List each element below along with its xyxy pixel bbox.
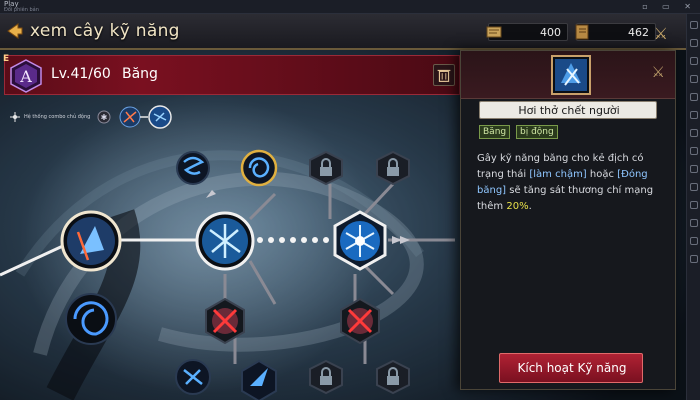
game-screen: Play Đổi phiên bản ▫ ▭ ✕ xem cây kỹ năng… — [0, 0, 700, 400]
skill-node-vortex[interactable] — [65, 293, 117, 345]
skill-node-lock-bottom-2[interactable] — [376, 359, 410, 395]
currency-1-display: 400 — [486, 23, 568, 41]
close-crossed-swords-icon[interactable]: ⚔ — [654, 24, 668, 43]
scroll-icon — [486, 26, 502, 38]
skill-node-lock-bottom-1[interactable] — [309, 359, 343, 395]
emulator-tool-icon[interactable] — [689, 39, 698, 47]
emulator-tool-icon[interactable] — [689, 183, 698, 191]
skill-node-crossed-1[interactable] — [205, 297, 245, 345]
ice-skill-icon — [551, 55, 591, 95]
currency-1-value: 400 — [540, 26, 561, 39]
skill-node-swirl-gold[interactable] — [240, 149, 278, 187]
emulator-tool-icon[interactable] — [689, 111, 698, 119]
skill-detail-header: ⚔ — [461, 51, 675, 99]
emulator-sidebar — [686, 14, 700, 400]
book-icon — [575, 24, 589, 40]
activate-skill-button[interactable]: Kích hoạt Kỹ năng — [499, 353, 643, 383]
activate-skill-label: Kích hoạt Kỹ năng — [517, 361, 627, 375]
skill-tag-element: Băng — [479, 125, 511, 139]
emulator-tool-icon[interactable] — [689, 147, 698, 155]
lock-icon — [387, 167, 399, 176]
window-controls[interactable]: ▫ ▭ ✕ — [642, 2, 697, 11]
currency-2-value: 462 — [628, 26, 649, 39]
emulator-tool-icon[interactable] — [689, 219, 698, 227]
description-part: 20% — [506, 201, 529, 212]
emulator-subtitle: Đổi phiên bản — [4, 7, 39, 13]
emulator-tool-icon[interactable] — [689, 93, 698, 101]
description-part: . — [528, 201, 532, 212]
skill-node-crossed-2[interactable] — [340, 297, 380, 345]
tree-line — [0, 243, 66, 277]
emulator-tool-icon[interactable] — [689, 237, 698, 245]
skill-tag-type: bị động — [516, 125, 558, 139]
skill-name-box: Hơi thở chết người — [479, 101, 657, 119]
emulator-tool-icon[interactable] — [689, 255, 698, 263]
emulator-tool-icon[interactable] — [689, 165, 698, 173]
emulator-tool-icon[interactable] — [689, 129, 698, 137]
lock-icon — [320, 167, 332, 176]
skill-node-ice-burst[interactable] — [195, 211, 255, 271]
skill-node-lock-top-1[interactable] — [309, 150, 343, 186]
skill-node-bottom-1[interactable] — [175, 359, 211, 395]
skill-node-tornado[interactable] — [176, 151, 210, 185]
emulator-tool-icon[interactable] — [689, 57, 698, 65]
skill-description: Gây kỹ năng băng cho kẻ địch có trạng th… — [477, 151, 667, 215]
skill-name: Hơi thở chết người — [518, 104, 620, 117]
emulator-tool-icon[interactable] — [689, 21, 698, 29]
skill-node-bottom-2[interactable] — [241, 359, 277, 400]
description-part: hoặc — [586, 169, 618, 180]
emulator-title-bar: Play Đổi phiên bản ▫ ▭ ✕ — [0, 0, 700, 14]
dotted-connection — [257, 237, 329, 243]
locked-connections — [223, 182, 455, 364]
emulator-tool-icon[interactable] — [689, 75, 698, 83]
skill-tree — [0, 149, 455, 400]
lock-icon — [320, 376, 332, 385]
skill-node-root[interactable] — [60, 210, 122, 272]
lock-icon — [387, 376, 399, 385]
panel-close-swords-icon[interactable]: ⚔ — [652, 63, 665, 81]
skill-node-snowflake[interactable] — [333, 210, 387, 271]
emulator-tool-icon[interactable] — [689, 201, 698, 209]
description-part: [làm chậm] — [529, 169, 587, 180]
skill-node-lock-top-2[interactable] — [376, 150, 410, 186]
skill-detail-panel: ⚔ Hơi thở chết người Băng bị động Gây kỹ… — [460, 50, 676, 390]
currency-2-display: 462 — [575, 23, 656, 41]
